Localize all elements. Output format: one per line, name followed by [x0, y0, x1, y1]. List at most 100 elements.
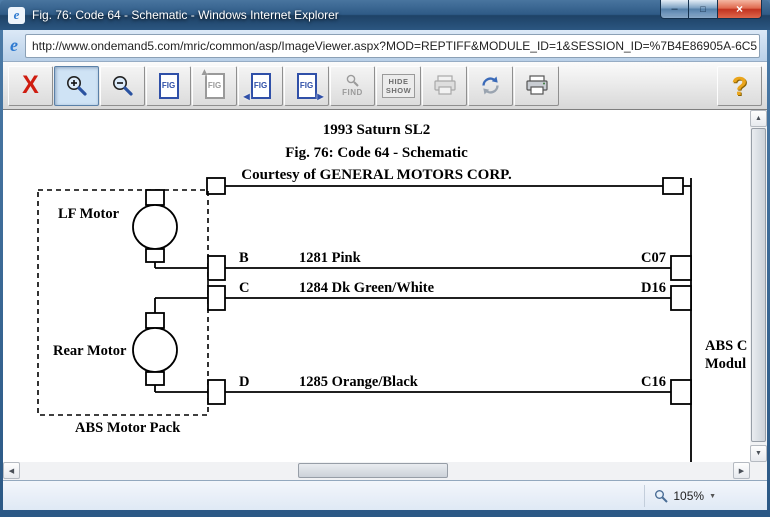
address-input[interactable]: http://www.ondemand5.com/mric/common/asp… — [25, 34, 760, 58]
wire-c: C 1284 Dk Green/White D16 — [155, 280, 691, 310]
zoom-out-icon — [111, 74, 134, 97]
minimize-button[interactable]: – — [660, 0, 689, 19]
url-text: http://www.ondemand5.com/mric/common/asp… — [32, 39, 757, 53]
fig-label: FIG — [162, 81, 175, 90]
circuit-label: 1284 Dk Green/White — [299, 280, 435, 296]
scrollbar-corner — [750, 462, 767, 480]
figure-list-button[interactable]: FIG — [146, 66, 191, 106]
down-arrow-icon: ▼ — [755, 450, 762, 457]
motor-circle — [133, 328, 177, 372]
window-title: Fig. 76: Code 64 - Schematic - Windows I… — [32, 8, 339, 22]
circuit-label: 1285 Orange/Black — [299, 374, 419, 390]
ie-logo-icon: e — [10, 35, 18, 56]
refresh-button[interactable] — [468, 66, 513, 106]
viewer-toolbar: X FIG — [3, 62, 767, 110]
terminal-label: D16 — [641, 280, 666, 296]
circuit-label: 1281 Pink — [299, 250, 362, 266]
fig-label: FIG — [300, 81, 313, 90]
schematic-diagram: ABS C Modul ABS Motor Pack LF Motor — [3, 110, 750, 462]
zoom-caret-icon: ▼ — [709, 493, 716, 500]
pin-label: B — [239, 250, 249, 266]
hide-label: HIDE — [389, 77, 409, 86]
document-viewport: 1993 Saturn SL2 Fig. 76: Code 64 - Schem… — [3, 110, 767, 480]
lf-motor-symbol — [133, 190, 177, 268]
connector-box — [208, 286, 225, 310]
horizontal-scrollbar-thumb[interactable] — [298, 463, 448, 478]
horizontal-scrollbar[interactable]: ◀ ▶ — [3, 462, 750, 480]
abs-motor-pack-outline — [38, 190, 208, 415]
scroll-up-button[interactable]: ▲ — [750, 110, 767, 127]
help-button[interactable]: ? — [717, 66, 762, 106]
right-arrow-icon: ▶ — [739, 467, 744, 475]
lf-motor-label: LF Motor — [58, 206, 120, 222]
help-icon: ? — [732, 73, 748, 99]
top-wire — [207, 178, 691, 194]
zoom-out-button[interactable] — [100, 66, 145, 106]
figure-up-icon: FIG ▲ — [205, 73, 225, 99]
vertical-scrollbar-thumb[interactable] — [751, 128, 766, 442]
terminal-label: C16 — [641, 374, 666, 390]
maximize-button[interactable]: □ — [689, 0, 717, 19]
zoom-in-icon — [65, 74, 88, 97]
window-body: e http://www.ondemand5.com/mric/common/a… — [3, 30, 767, 510]
right-arrow-icon: ▶ — [317, 93, 323, 101]
previous-figure-icon: FIG ◀ — [251, 73, 271, 99]
motor-circle — [133, 205, 177, 249]
find-magnifier-icon — [346, 74, 359, 87]
rear-motor-symbol — [133, 298, 177, 392]
close-button[interactable]: × — [717, 0, 762, 19]
printer-icon — [525, 75, 549, 96]
rear-motor-label: Rear Motor — [53, 343, 127, 359]
abs-motor-pack-label: ABS Motor Pack — [75, 420, 181, 436]
ie-page-icon: e — [8, 7, 25, 24]
show-label: SHOW — [386, 86, 411, 95]
refresh-icon — [479, 74, 502, 97]
figure-up-button[interactable]: FIG ▲ — [192, 66, 237, 106]
connector-box — [208, 380, 225, 404]
find-button[interactable]: FIND — [330, 66, 375, 106]
window-controls: – □ × — [660, 0, 762, 19]
connector-box — [207, 178, 225, 194]
abs-module-label-line1: ABS C — [705, 338, 747, 354]
title-bar: e Fig. 76: Code 64 - Schematic - Windows… — [0, 0, 770, 30]
abs-module-label-line2: Modul — [705, 356, 746, 372]
up-arrow-icon: ▲ — [200, 68, 210, 78]
previous-figure-button[interactable]: FIG ◀ — [238, 66, 283, 106]
ie-window: e Fig. 76: Code 64 - Schematic - Windows… — [0, 0, 770, 517]
close-x-icon: X — [22, 73, 39, 98]
hide-show-button[interactable]: HIDE SHOW — [376, 66, 421, 106]
next-figure-button[interactable]: FIG ▶ — [284, 66, 329, 106]
status-bar: 105% ▼ — [3, 480, 767, 510]
print-preview-button[interactable] — [422, 66, 467, 106]
pin-label: D — [239, 374, 249, 390]
print-preview-icon — [433, 75, 457, 96]
connector-box — [208, 256, 225, 280]
zoom-in-button[interactable] — [54, 66, 99, 106]
scroll-down-button[interactable]: ▼ — [750, 445, 767, 462]
motor-terminal-box — [146, 190, 164, 205]
terminal-label: C07 — [641, 250, 666, 266]
connector-box — [671, 286, 691, 310]
vertical-scrollbar[interactable]: ▲ ▼ — [750, 110, 767, 462]
hide-show-icon: HIDE SHOW — [382, 74, 415, 98]
scroll-left-button[interactable]: ◀ — [3, 462, 20, 479]
left-arrow-icon: ◀ — [9, 467, 14, 475]
motor-terminal-box — [146, 313, 164, 328]
close-image-button[interactable]: X — [8, 66, 53, 106]
address-bar: e http://www.ondemand5.com/mric/common/a… — [3, 30, 767, 62]
scroll-right-button[interactable]: ▶ — [733, 462, 750, 479]
zoom-icon — [654, 489, 668, 503]
zoom-control[interactable]: 105% ▼ — [644, 485, 725, 507]
motor-terminal-box — [146, 249, 164, 262]
connector-box — [663, 178, 683, 194]
left-arrow-icon: ◀ — [244, 93, 250, 101]
next-figure-icon: FIG ▶ — [297, 73, 317, 99]
connector-box — [671, 256, 691, 280]
wire-b: B 1281 Pink C07 — [155, 250, 691, 280]
print-button[interactable] — [514, 66, 559, 106]
find-icon: FIND — [342, 74, 363, 97]
fig-label: FIG — [208, 81, 221, 90]
fig-label: FIG — [254, 81, 267, 90]
up-arrow-icon: ▲ — [755, 115, 762, 122]
wire-d: D 1285 Orange/Black C16 — [155, 374, 691, 404]
